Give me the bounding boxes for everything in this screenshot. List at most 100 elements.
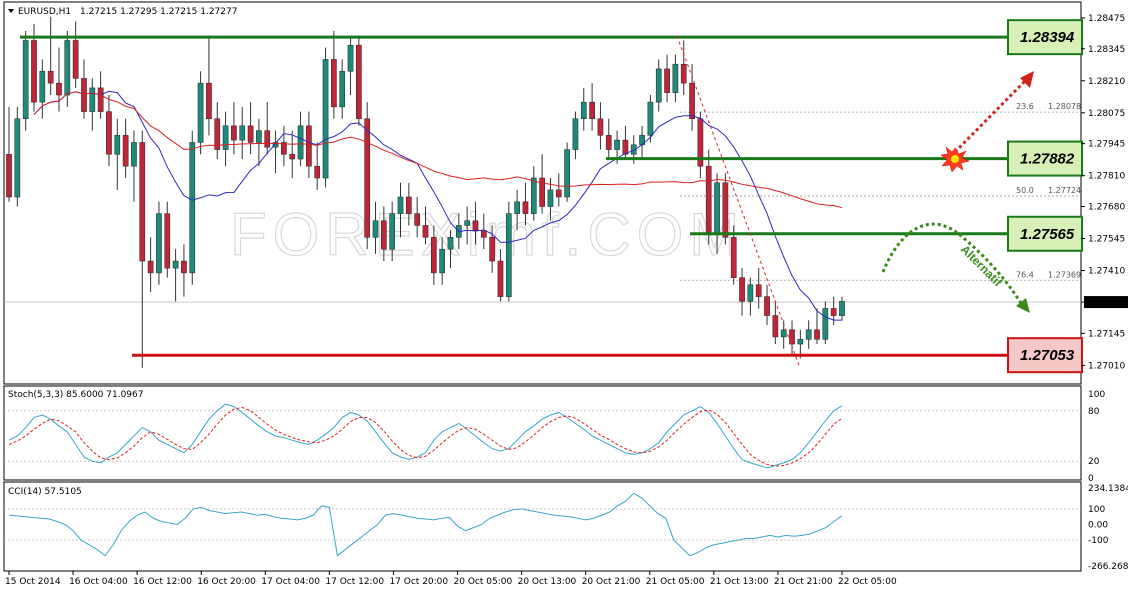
fibo-ratio: 23.6 (1016, 102, 1034, 111)
candle-body (122, 135, 129, 167)
candle-body (547, 189, 554, 207)
candle-body (530, 177, 537, 214)
stoch-tick-label: 0 (1088, 474, 1094, 484)
candle-body (14, 118, 21, 198)
candle-body (264, 130, 271, 148)
candle-body (47, 71, 54, 84)
candle-body (381, 220, 387, 250)
candle-body (131, 142, 137, 167)
candle-body (780, 329, 787, 338)
fibo-price: 1.27724 (1048, 186, 1081, 195)
price-tick-label: 1.27277 (1088, 298, 1125, 308)
cci-panel (3, 481, 1082, 572)
time-tick-label: 16 Oct 20:00 (197, 577, 256, 587)
price-tick-label: 1.28210 (1088, 77, 1125, 87)
candle-body (655, 68, 662, 103)
cci-label: CCI(14) 57.5105 (8, 487, 82, 497)
candle-body (472, 220, 479, 231)
candle-body (755, 284, 762, 297)
candle-body (414, 213, 421, 226)
price-tick-label: 1.28075 (1088, 109, 1125, 119)
candle-body (56, 82, 62, 96)
candle-body (772, 315, 779, 338)
candle-body (356, 44, 362, 119)
level-label: 1.28394 (1020, 29, 1075, 46)
stoch-panel (3, 385, 1082, 481)
candle-body (39, 71, 46, 103)
price-tick-label: 1.28475 (1088, 14, 1125, 24)
candle-body (197, 82, 204, 143)
candle-body (689, 82, 695, 119)
fibo-price: 1.28078 (1048, 102, 1081, 111)
candle-body (247, 125, 254, 143)
time-tick-label: 22 Oct 05:00 (838, 577, 897, 587)
candle-body (114, 135, 121, 155)
candle-body (172, 260, 179, 269)
candle-body (489, 237, 495, 262)
candle-body (839, 301, 845, 316)
stoch-tick-label: 20 (1088, 457, 1100, 467)
ohlc-label: 1.27215 1.27295 1.27215 1.27277 (80, 7, 237, 17)
price-tick-label: 1.27680 (1088, 202, 1125, 212)
candle-body (31, 40, 37, 103)
candle-body (597, 118, 604, 136)
candle-body (6, 154, 12, 198)
candle-body (464, 220, 470, 226)
stoch-tick-label: 100 (1088, 390, 1105, 400)
candle-body (797, 339, 804, 345)
candle-body (522, 201, 529, 214)
candle-body (447, 237, 454, 250)
level-label: 1.27053 (1020, 347, 1075, 364)
time-tick-label: 16 Oct 12:00 (133, 577, 192, 587)
candle-body (589, 101, 595, 119)
time-tick-label: 20 Oct 21:00 (582, 577, 641, 587)
candle-body (81, 78, 87, 112)
candle-body (147, 260, 154, 274)
candle-body (156, 213, 162, 274)
candle-body (664, 68, 670, 93)
time-tick-label: 17 Oct 04:00 (261, 577, 320, 587)
candle-body (647, 101, 654, 136)
cci-tick-label: 234.1384 (1088, 484, 1128, 494)
candle-body (22, 40, 29, 119)
candle-body (331, 59, 337, 108)
candle-body (605, 135, 612, 150)
trading-chart: FOREXimf.COM 23.6 1.28078 50.0 1.27724 76.4 1… (3, 1, 1128, 587)
stoch-label: Stoch(5,3,3) 85.6000 71.0967 (8, 390, 143, 400)
candle-body (314, 165, 321, 179)
candle-body (297, 125, 304, 160)
candle-body (555, 189, 562, 198)
fibo-ratio: 76.4 (1016, 270, 1034, 279)
price-tick-label: 1.27945 (1088, 140, 1125, 150)
candle-body (764, 296, 770, 316)
candle-body (372, 220, 379, 238)
candle-body (722, 182, 729, 238)
candle-body (97, 87, 104, 112)
watermark: FOREXimf.COM (230, 201, 745, 268)
price-tick-label: 1.27545 (1088, 235, 1125, 245)
time-tick-label: 15 Oct 2014 (5, 577, 61, 587)
candle-body (306, 125, 312, 167)
candle-body (814, 329, 820, 340)
price-tick-label: 1.27010 (1088, 361, 1125, 371)
time-tick-label: 17 Oct 20:00 (389, 577, 448, 587)
candle-body (580, 101, 587, 119)
candle-body (339, 71, 346, 108)
candle-body (72, 40, 79, 79)
candle-body (614, 139, 620, 150)
price-tick-label: 1.27145 (1088, 329, 1125, 339)
candle-body (572, 118, 579, 150)
stoch-tick-label: 80 (1088, 407, 1100, 417)
candle-body (89, 87, 96, 112)
level-label: 1.27565 (1020, 226, 1075, 243)
candle-body (231, 125, 237, 141)
candle-body (514, 201, 520, 214)
cci-tick-label: 100 (1088, 505, 1105, 515)
time-tick-label: 17 Oct 12:00 (325, 577, 384, 587)
candle-body (805, 329, 812, 340)
time-tick-label: 21 Oct 21:00 (774, 577, 833, 587)
candle-body (439, 248, 445, 274)
time-tick-label: 21 Oct 13:00 (710, 577, 769, 587)
candle-body (672, 63, 679, 93)
candle-body (830, 308, 837, 316)
